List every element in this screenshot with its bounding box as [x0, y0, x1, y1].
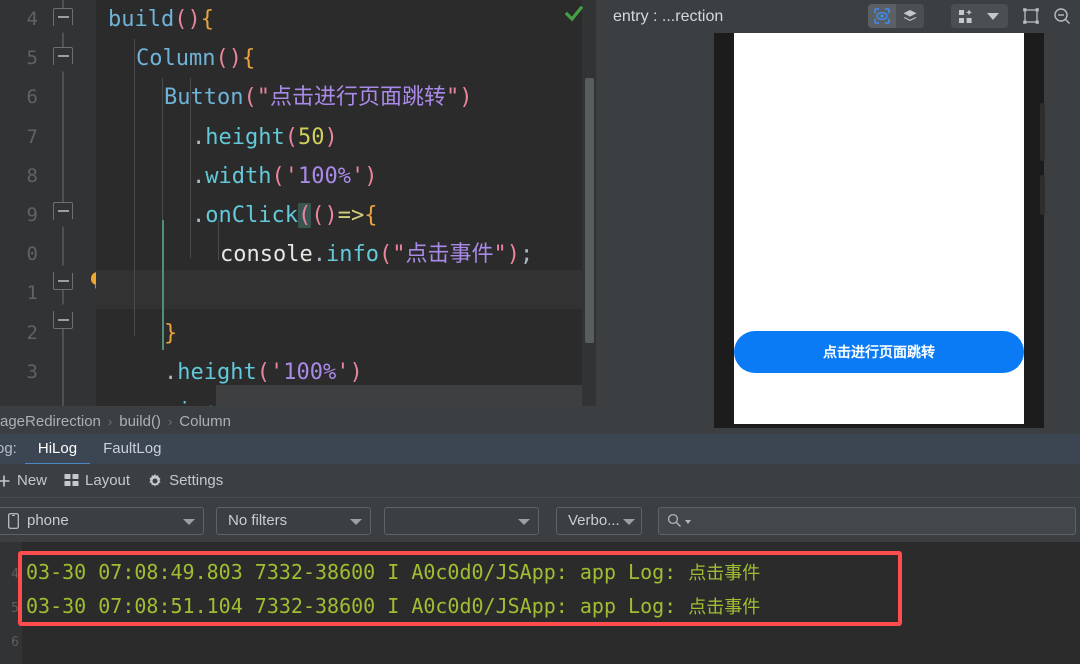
indent-guide [134, 39, 135, 336]
log-panel-label: og: [0, 440, 17, 457]
code-line: .width('100%') [192, 163, 378, 189]
new-button[interactable]: New [0, 472, 47, 489]
fold-marker-open[interactable] [53, 8, 73, 26]
device-side-button [1040, 175, 1045, 215]
line-number: 3 [26, 360, 38, 383]
app-window: 4567890123 build(){Column(){Button("点击… [0, 0, 1080, 664]
log-panel: og: HiLog FaultLog New Layout Settings p… [0, 432, 1080, 664]
line-number: 7 [26, 125, 38, 148]
editor-vertical-scrollbar[interactable] [585, 78, 594, 343]
preview-component-group[interactable] [951, 4, 1008, 28]
frame-icon[interactable] [1020, 5, 1042, 27]
chevron-right-icon: › [167, 413, 173, 429]
breadcrumb-item-component[interactable]: Column [179, 413, 231, 430]
indent-guide-active [162, 220, 164, 350]
code-line: } [164, 320, 178, 346]
layout-button[interactable]: Layout [64, 472, 130, 489]
code-line: Column(){ [136, 46, 256, 72]
chevron-down-icon [350, 518, 362, 525]
level-select-value: Verbo... [568, 512, 620, 529]
gear-icon [147, 473, 163, 489]
device-select[interactable]: phone [0, 506, 204, 535]
log-entry[interactable]: 03-30 07:08:51.104 7332-38600 I A0c0d0/J… [26, 589, 926, 623]
line-number: 0 [26, 243, 38, 266]
chevron-right-icon: › [107, 413, 113, 429]
fold-marker-close[interactable] [53, 272, 73, 290]
code-text-area[interactable]: build(){ Column(){ Button("点击进行页面跳转") .heig… [96, 0, 596, 414]
line-number: 9 [26, 203, 38, 226]
layout-grid-icon [64, 473, 79, 488]
process-select[interactable] [384, 506, 539, 535]
code-lines: build(){ Column(){ Button("点击进行页面跳转") .heig… [96, 0, 596, 414]
code-line: build(){ [108, 7, 214, 32]
layout-button-label: Layout [85, 472, 131, 489]
plus-icon [0, 474, 11, 488]
top-region: 4567890123 build(){Column(){Button("点击… [0, 0, 1080, 445]
fold-marker-open[interactable] [53, 47, 73, 65]
app-primary-button[interactable]: 点击进行页面跳转 [734, 331, 1024, 373]
log-line-number: 4 [11, 567, 19, 582]
device-frame: 点击进行页面跳转 [714, 33, 1045, 428]
log-entry-list[interactable]: 03-30 07:08:49.803 7332-38600 I A0c0d0/J… [26, 555, 926, 623]
chevron-down-icon [623, 518, 635, 525]
code-line: .height(50) [192, 124, 338, 150]
line-number: 2 [26, 321, 38, 344]
chevron-down-icon [518, 518, 530, 525]
log-filter-bar: phone No filters Verbo... [0, 499, 1080, 542]
fold-marker-open[interactable] [53, 202, 73, 220]
line-number-column: 4 5 6 7 8 9 0 1 2 3 [0, 0, 40, 392]
code-line: .onClick(()=>{ [192, 202, 378, 228]
breadcrumb-item-method[interactable]: build() [119, 413, 161, 430]
tab-faultlog[interactable]: FaultLog [90, 440, 174, 464]
layers-icon[interactable] [896, 4, 924, 28]
filter-select[interactable]: No filters [216, 506, 371, 535]
preview-panel: entry : ...rection 点击进行页面跳转 [596, 0, 1080, 445]
log-entry[interactable]: 03-30 07:08:49.803 7332-38600 I A0c0d0/J… [26, 555, 926, 589]
grid-squares-icon[interactable] [951, 4, 979, 28]
indent-guide [218, 220, 219, 260]
check-icon [564, 5, 584, 22]
tab-hilog[interactable]: HiLog [24, 440, 91, 466]
line-number: 5 [26, 47, 38, 70]
device-screen[interactable]: 点击进行页面跳转 [734, 33, 1024, 424]
log-toolbar: New Layout Settings [0, 464, 1080, 498]
log-output[interactable]: 4 5 6 03-30 07:08:49.803 7332-38600 I A0c0… [0, 542, 1080, 664]
log-line-number: 5 [11, 601, 19, 616]
new-button-label: New [17, 472, 48, 489]
device-side-button [1040, 103, 1045, 161]
code-line: Button("点击进行页面跳转") [164, 85, 473, 111]
log-tab-bar: og: HiLog FaultLog [0, 434, 1080, 466]
settings-button[interactable]: Settings [147, 472, 223, 489]
line-number: 1 [26, 282, 38, 305]
editor-gutter[interactable]: 4 5 6 7 8 9 0 1 2 3 [0, 0, 104, 414]
line-number: 8 [26, 164, 38, 187]
indent-guide [190, 78, 191, 258]
chevron-down-icon [183, 518, 195, 525]
line-number: 4 [26, 8, 38, 30]
level-select[interactable]: Verbo... [556, 506, 642, 535]
device-select-value: phone [27, 512, 69, 529]
phone-icon [8, 512, 19, 529]
settings-button-label: Settings [169, 472, 224, 489]
search-icon [667, 513, 682, 528]
fold-marker-close[interactable] [53, 311, 73, 329]
log-line-number: 6 [11, 635, 19, 650]
preview-title: entry : ...rection [613, 7, 724, 25]
zoom-out-icon[interactable] [1051, 5, 1073, 27]
eye-focus-icon[interactable] [868, 4, 896, 28]
code-line: console.info("点击事件"); [220, 242, 534, 268]
preview-canvas[interactable]: 点击进行页面跳转 [596, 33, 1080, 433]
current-line-highlight [96, 270, 596, 310]
search-dropdown-icon[interactable] [685, 520, 691, 524]
preview-toolbar: entry : ...rection [596, 0, 1080, 33]
preview-mode-group[interactable] [868, 4, 924, 28]
filter-select-value: No filters [228, 512, 288, 529]
log-search-input[interactable] [658, 506, 1076, 535]
breadcrumb-item-file[interactable]: ageRedirection [0, 413, 101, 430]
line-number: 6 [26, 86, 38, 109]
code-editor[interactable]: 4567890123 build(){Column(){Button("点击… [0, 0, 596, 414]
log-search-field[interactable] [694, 512, 1075, 529]
chevron-down-icon[interactable] [979, 4, 1007, 28]
